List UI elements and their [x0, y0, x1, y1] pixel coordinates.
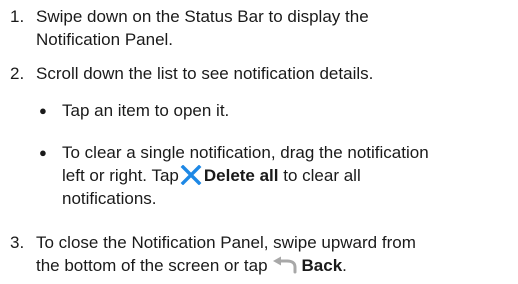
step-text: To close the Notification Panel, swipe u…: [36, 231, 506, 277]
bullet-line: Tap an item to open it.: [62, 101, 230, 120]
bullet-line-text: to clear all: [278, 166, 361, 185]
bullet-line: To clear a single notification, drag the…: [62, 143, 429, 162]
step-line-text: .: [342, 256, 347, 275]
step-line: the bottom of the screen or tap Back.: [36, 254, 506, 277]
bullet-text: To clear a single notification, drag the…: [62, 141, 518, 210]
delete-all-label: Delete all: [203, 166, 279, 185]
step-text: Swipe down on the Status Bar to display …: [36, 5, 506, 51]
step-number: 1.: [10, 7, 25, 26]
back-arrow-icon: [272, 256, 297, 274]
step-line-text: the bottom of the screen or tap: [36, 256, 268, 275]
close-x-icon: [180, 165, 202, 185]
bullet-line: left or right. Tap Delete all to clear al…: [62, 164, 518, 187]
step-line: Scroll down the list to see notification…: [36, 64, 374, 83]
step-line: Swipe down on the Status Bar to display …: [36, 7, 369, 26]
bullet-text: Tap an item to open it.: [62, 99, 518, 122]
step-line: To close the Notification Panel, swipe u…: [36, 233, 416, 252]
bullet-line: notifications.: [62, 189, 157, 208]
bullet-line-text: left or right. Tap: [62, 166, 179, 185]
step-line: Notification Panel.: [36, 30, 174, 49]
back-label: Back: [301, 256, 343, 275]
step-number: 3.: [10, 233, 25, 252]
step-number: 2.: [10, 64, 25, 83]
step-text: Scroll down the list to see notification…: [36, 62, 506, 85]
